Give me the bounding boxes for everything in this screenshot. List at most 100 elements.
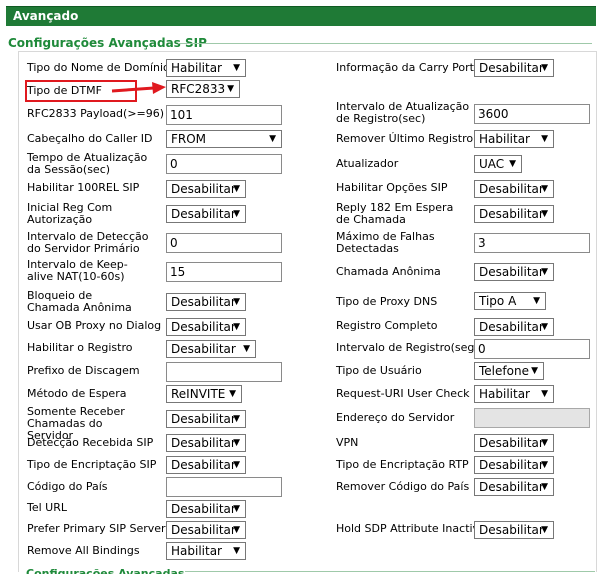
- chevron-down-icon: ▼: [269, 134, 276, 144]
- ob-proxy-dialog-label: Usar OB Proxy no Dialog: [27, 319, 162, 332]
- dtmf-type-select[interactable]: RFC2833 ▼: [166, 80, 240, 98]
- server-address-label: Endereço do Servidor: [336, 411, 455, 424]
- chevron-down-icon: ▼: [541, 438, 548, 448]
- primary-detect-interval-input[interactable]: 0: [166, 233, 282, 253]
- enable-register-label: Habilitar o Registro: [27, 341, 133, 354]
- prefer-primary-select[interactable]: Desabilitar ▼: [166, 521, 246, 539]
- full-register-label: Registro Completo: [336, 319, 438, 332]
- enable-100rel-select[interactable]: Desabilitar ▼: [166, 180, 246, 198]
- sip-detect-label: Detecção Recebida SIP: [27, 436, 154, 449]
- domain-name-type-select[interactable]: Habilitar ▼: [166, 59, 246, 77]
- session-refresh-input[interactable]: 0: [166, 154, 282, 174]
- dns-proxy-type-select[interactable]: Tipo A ▼: [474, 292, 546, 310]
- chevron-down-icon: ▼: [541, 209, 548, 219]
- red-arrow-icon: [111, 82, 166, 94]
- chevron-down-icon: ▼: [541, 389, 548, 399]
- tel-url-select[interactable]: Desabilitar ▼: [166, 500, 246, 518]
- chevron-down-icon: ▼: [541, 267, 548, 277]
- refresher-select[interactable]: UAC ▼: [474, 155, 522, 173]
- keepalive-interval-label: Intervalo de Keep-alive NAT(10-60s): [27, 258, 128, 283]
- header-bar: Avançado: [6, 6, 596, 26]
- chevron-down-icon: ▼: [227, 84, 234, 94]
- user-type-select[interactable]: Telefone ▼: [474, 362, 544, 380]
- hold-method-label: Método de Espera: [27, 387, 127, 400]
- anonymous-call-select[interactable]: Desabilitar ▼: [474, 263, 554, 281]
- anonymous-call-label: Chamada Anônima: [336, 265, 441, 278]
- dial-prefix-input[interactable]: [166, 362, 282, 382]
- chevron-down-icon: ▼: [541, 322, 548, 332]
- hold-sdp-inactive-select[interactable]: Desabilitar ▼: [474, 521, 554, 539]
- chevron-down-icon: ▼: [229, 389, 236, 399]
- caller-id-header-label: Cabeçalho do Caller ID: [27, 132, 153, 145]
- initial-reg-auth-label: Inicial Reg Com Autorização: [27, 201, 113, 226]
- reg-refresh-interval-label: Intervalo de Atualização de Registro(sec…: [336, 100, 470, 125]
- vpn-select[interactable]: Desabilitar ▼: [474, 434, 554, 452]
- header: Avançado: [0, 0, 602, 26]
- reply-182-select[interactable]: Desabilitar ▼: [474, 205, 554, 223]
- chevron-down-icon: ▼: [233, 297, 240, 307]
- carry-port-info-select[interactable]: Desabilitar ▼: [474, 59, 554, 77]
- caller-id-header-select[interactable]: FROM ▼: [166, 130, 282, 148]
- vpn-label: VPN: [336, 436, 359, 449]
- hold-sdp-inactive-label: Hold SDP Attribute Inactive: [336, 522, 486, 535]
- chevron-down-icon: ▼: [531, 366, 538, 376]
- country-code-label: Código do País: [27, 480, 108, 493]
- carry-port-info-label: Informação da Carry Port: [336, 61, 474, 74]
- sip-encrypt-label: Tipo de Encriptação SIP: [27, 458, 157, 471]
- reg-refresh-interval-input[interactable]: 3600: [474, 104, 590, 124]
- next-section-divider: [185, 571, 595, 572]
- chevron-down-icon: ▼: [233, 504, 240, 514]
- header-title: Avançado: [13, 9, 79, 23]
- chevron-down-icon: ▼: [233, 209, 240, 219]
- keepalive-interval-input[interactable]: 15: [166, 262, 282, 282]
- remove-country-code-select[interactable]: Desabilitar ▼: [474, 478, 554, 496]
- chevron-down-icon: ▼: [233, 525, 240, 535]
- chevron-down-icon: ▼: [533, 296, 540, 306]
- sip-detect-select[interactable]: Desabilitar ▼: [166, 434, 246, 452]
- anonymous-block-select[interactable]: Desabilitar ▼: [166, 293, 246, 311]
- chevron-down-icon: ▼: [541, 482, 548, 492]
- prefer-primary-label: Prefer Primary SIP Server: [27, 522, 166, 535]
- register-interval-label: Intervalo de Registro(seg): [336, 341, 479, 354]
- max-failures-label: Máximo de Falhas Detectadas: [336, 230, 435, 255]
- section-divider: [178, 43, 592, 44]
- remove-bindings-select[interactable]: Habilitar ▼: [166, 542, 246, 560]
- enable-options-select[interactable]: Desabilitar ▼: [474, 180, 554, 198]
- ob-proxy-dialog-select[interactable]: Desabilitar ▼: [166, 318, 246, 336]
- max-failures-input[interactable]: 3: [474, 233, 590, 253]
- full-register-select[interactable]: Desabilitar ▼: [474, 318, 554, 336]
- dns-proxy-type-label: Tipo de Proxy DNS: [336, 295, 438, 308]
- chevron-down-icon: ▼: [509, 159, 516, 169]
- tel-url-label: Tel URL: [27, 501, 67, 514]
- enable-options-label: Habilitar Opções SIP: [336, 181, 448, 194]
- enable-100rel-label: Habilitar 100REL SIP: [27, 181, 140, 194]
- chevron-down-icon: ▼: [233, 322, 240, 332]
- chevron-down-icon: ▼: [541, 63, 548, 73]
- server-calls-only-select[interactable]: Desabilitar ▼: [166, 410, 246, 428]
- domain-name-type-label: Tipo do Nome de Domínio: [27, 61, 170, 74]
- country-code-input[interactable]: [166, 477, 282, 497]
- rtp-encrypt-select[interactable]: Desabilitar ▼: [474, 456, 554, 474]
- request-uri-check-select[interactable]: Habilitar ▼: [474, 385, 554, 403]
- session-refresh-label: Tempo de Atualização da Sessão(sec): [27, 151, 148, 176]
- chevron-down-icon: ▼: [541, 184, 548, 194]
- chevron-down-icon: ▼: [233, 184, 240, 194]
- reply-182-label: Reply 182 Em Espera de Chamada: [336, 201, 454, 226]
- register-interval-input[interactable]: 0: [474, 339, 590, 359]
- sip-encrypt-select[interactable]: Desabilitar ▼: [166, 456, 246, 474]
- server-address-input[interactable]: [474, 408, 590, 428]
- remove-last-reg-label: Remover Último Registro: [336, 132, 474, 145]
- chevron-down-icon: ▼: [233, 546, 240, 556]
- initial-reg-auth-select[interactable]: Desabilitar ▼: [166, 205, 246, 223]
- remove-last-reg-select[interactable]: Habilitar ▼: [474, 130, 554, 148]
- anonymous-block-label: Bloqueio de Chamada Anônima: [27, 289, 132, 314]
- chevron-down-icon: ▼: [233, 460, 240, 470]
- remove-country-code-label: Remover Código do País: [336, 480, 470, 493]
- rtp-encrypt-label: Tipo de Encriptação RTP: [336, 458, 469, 471]
- primary-detect-interval-label: Intervalo de Detecção do Servidor Primár…: [27, 230, 149, 255]
- remove-bindings-label: Remove All Bindings: [27, 544, 140, 557]
- request-uri-check-label: Request-URI User Check: [336, 387, 470, 400]
- hold-method-select[interactable]: ReINVITE ▼: [166, 385, 242, 403]
- enable-register-select[interactable]: Desabilitar ▼: [166, 340, 256, 358]
- rfc2833-payload-input[interactable]: 101: [166, 105, 282, 125]
